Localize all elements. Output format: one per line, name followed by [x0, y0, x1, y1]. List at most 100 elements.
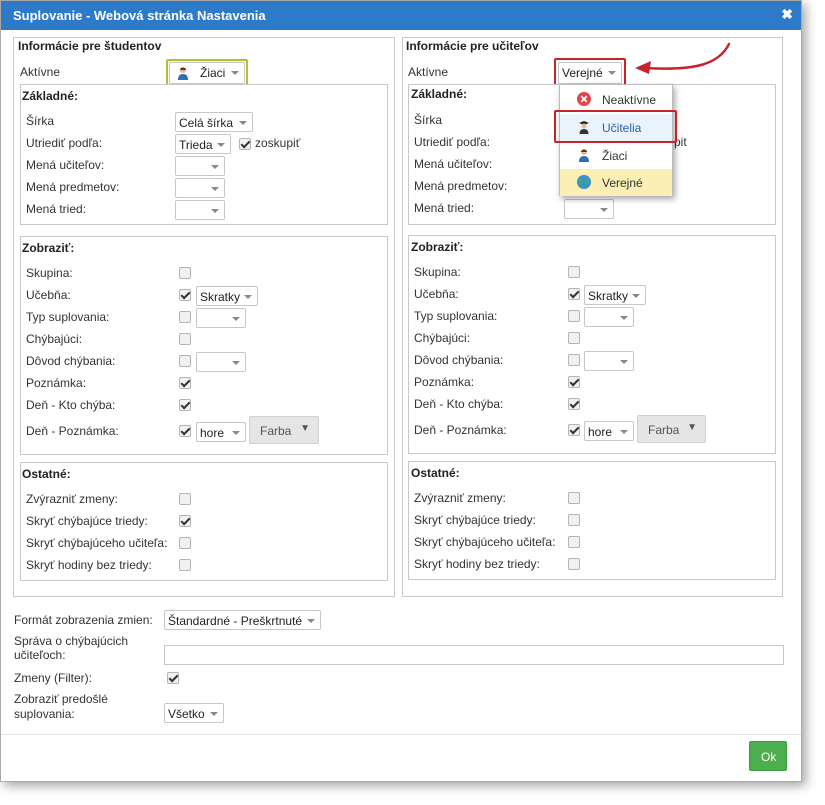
students-show-checkbox[interactable] [179, 399, 191, 411]
teachers-show-checkbox[interactable] [568, 266, 580, 278]
dropdown-option-students[interactable]: Žiaci [560, 142, 672, 169]
teachers-show-checkbox[interactable] [568, 376, 580, 388]
teachers-absence-reason-select[interactable] [584, 351, 634, 371]
students-absence-reason-select[interactable] [196, 352, 246, 372]
students-show-checkbox[interactable] [179, 425, 191, 437]
teachers-other-label: Skryť chýbajúce triedy: [414, 513, 536, 527]
close-icon[interactable]: ✖ [781, 7, 793, 21]
message-label-line2: učiteľoch: [14, 648, 66, 662]
students-other-label: Skryť chýbajúceho učiteľa: [26, 536, 168, 550]
students-sort-select[interactable]: Trieda [175, 134, 231, 154]
students-group-checkbox[interactable] [239, 138, 251, 150]
chevron-down-icon [620, 316, 628, 320]
students-other-checkbox[interactable] [179, 537, 191, 549]
teachers-other-checkbox[interactable] [568, 492, 580, 504]
students-note-position-select[interactable]: hore [196, 422, 246, 442]
ok-button[interactable]: Ok [749, 741, 787, 771]
teachers-width-label: Šírka [414, 113, 443, 127]
chevron-down-icon [244, 295, 252, 299]
chevron-down-icon [632, 294, 640, 298]
students-teacher-names-label: Mená učiteľov: [26, 158, 105, 172]
teachers-show-checkbox[interactable] [568, 288, 580, 300]
teachers-other-checkbox[interactable] [568, 514, 580, 526]
students-show-label: Poznámka: [26, 376, 87, 390]
students-active-highlight [166, 59, 248, 87]
students-sub-type-select[interactable] [196, 308, 246, 328]
teachers-sort-label: Utriediť podľa: [414, 135, 491, 149]
chevron-down-icon [620, 360, 628, 364]
students-show-label: Deň - Kto chýba: [26, 398, 116, 412]
teachers-show-checkbox[interactable] [568, 424, 580, 436]
chevron-down-icon [210, 712, 218, 716]
students-show-checkbox[interactable] [179, 355, 191, 367]
students-show-checkbox[interactable] [179, 333, 191, 345]
dropdown-option-public[interactable]: Verejné [560, 169, 672, 196]
students-subject-names-select[interactable] [175, 178, 225, 198]
teachers-other-label: Skryť chýbajúceho učiteľa: [414, 535, 556, 549]
chevron-down-icon [211, 209, 219, 213]
students-other-checkbox[interactable] [179, 559, 191, 571]
students-other-header: Ostatné: [22, 467, 71, 481]
chevron-down-icon [239, 121, 247, 125]
chevron-down-icon [620, 430, 628, 434]
students-teacher-names-select[interactable] [175, 156, 225, 176]
students-color-button[interactable]: Farba ▼ [249, 416, 319, 444]
students-other-label: Zvýrazniť zmeny: [26, 492, 118, 506]
chevron-down-icon [217, 143, 225, 147]
teachers-show-label: Dôvod chýbania: [414, 353, 504, 367]
teachers-show-label: Deň - Poznámka: [414, 423, 507, 437]
teachers-show-label: Deň - Kto chýba: [414, 397, 504, 411]
previous-label-line1: Zobraziť predošlé [14, 692, 108, 706]
previous-select[interactable]: Všetko [164, 703, 224, 723]
teachers-show-checkbox[interactable] [568, 354, 580, 366]
students-show-label: Skupina: [26, 266, 73, 280]
chevron-down-icon [211, 187, 219, 191]
teachers-active-label: Aktívne [408, 65, 449, 79]
teachers-header: Informácie pre učiteľov [406, 39, 539, 53]
students-other-label: Skryť hodiny bez triedy: [26, 558, 152, 572]
dropdown-option-inactive[interactable]: Neaktívne [560, 86, 672, 113]
message-label-line1: Správa o chýbajúcich [14, 634, 129, 648]
students-other-label: Skryť chýbajúce triedy: [26, 514, 148, 528]
teachers-show-label: Učebňa: [414, 287, 459, 301]
teachers-sub-type-select[interactable] [584, 307, 634, 327]
teachers-show-header: Zobraziť: [411, 240, 464, 254]
students-group-label: zoskupiť [255, 136, 301, 150]
inactive-icon [577, 92, 591, 106]
students-other-checkbox[interactable] [179, 515, 191, 527]
students-other-checkbox[interactable] [179, 493, 191, 505]
students-show-label: Deň - Poznámka: [26, 424, 119, 438]
footer-divider [1, 734, 801, 735]
teachers-subject-names-label: Mená predmetov: [414, 179, 508, 193]
teachers-room-select[interactable]: Skratky [584, 285, 646, 305]
students-show-checkbox[interactable] [179, 311, 191, 323]
teachers-show-checkbox[interactable] [568, 310, 580, 322]
students-width-select[interactable]: Celá šírka [175, 112, 253, 132]
students-show-checkbox[interactable] [179, 267, 191, 279]
filter-label: Zmeny (Filter): [14, 671, 92, 685]
teachers-other-checkbox[interactable] [568, 536, 580, 548]
students-show-checkbox[interactable] [179, 289, 191, 301]
teachers-other-checkbox[interactable] [568, 558, 580, 570]
teachers-color-button[interactable]: Farba ▼ [637, 415, 706, 443]
students-subject-names-label: Mená predmetov: [26, 180, 120, 194]
format-select[interactable]: Štandardné - Preškrtnuté [164, 610, 321, 630]
students-class-names-select[interactable] [175, 200, 225, 220]
student-icon [579, 149, 589, 162]
teachers-other-label: Zvýrazniť zmeny: [414, 491, 506, 505]
teachers-class-names-select[interactable] [564, 199, 614, 219]
teachers-show-checkbox[interactable] [568, 398, 580, 410]
filter-checkbox[interactable] [167, 672, 179, 684]
students-header: Informácie pre študentov [18, 39, 162, 53]
absent-teachers-message-input[interactable] [164, 645, 784, 665]
teachers-class-names-label: Mená tried: [414, 201, 475, 215]
teachers-note-position-select[interactable]: hore [584, 421, 634, 441]
students-show-checkbox[interactable] [179, 377, 191, 389]
globe-icon [577, 175, 591, 189]
teachers-show-checkbox[interactable] [568, 332, 580, 344]
students-show-label: Učebňa: [26, 288, 71, 302]
chevron-down-icon [232, 317, 240, 321]
chevron-down-icon [307, 619, 315, 623]
teachers-show-label: Poznámka: [414, 375, 475, 389]
students-room-select[interactable]: Skratky [196, 286, 258, 306]
